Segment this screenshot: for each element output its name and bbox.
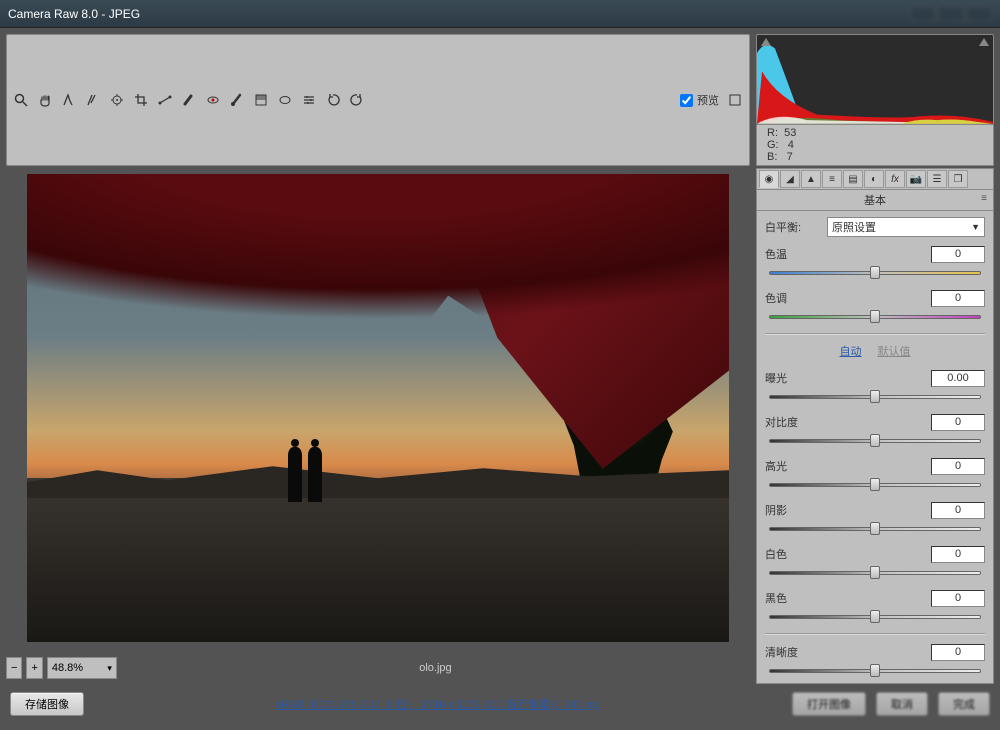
tab-basic[interactable]: ◉ [759, 170, 779, 188]
tab-lens[interactable]: ◐ [864, 170, 884, 188]
window-title: Camera Raw 8.0 - JPEG [8, 7, 140, 21]
zoom-value: 48.8% [52, 662, 83, 674]
preview-checkbox[interactable] [680, 94, 693, 107]
blacks-slider[interactable] [769, 611, 981, 621]
straighten-icon[interactable] [157, 92, 173, 108]
contrast-slider[interactable] [769, 435, 981, 445]
clarity-slider[interactable] [769, 665, 981, 675]
shadows-label: 阴影 [765, 502, 821, 518]
temp-slider[interactable] [769, 267, 981, 277]
filename-label: olo.jpg [121, 662, 750, 674]
blacks-value[interactable]: 0 [931, 590, 985, 607]
window-controls[interactable] [910, 6, 992, 22]
grad-filter-icon[interactable] [253, 92, 269, 108]
tint-slider[interactable] [769, 311, 981, 321]
panel-menu-icon[interactable]: ≡ [981, 193, 987, 204]
default-link[interactable]: 默认值 [878, 343, 911, 359]
zoom-icon[interactable] [13, 92, 29, 108]
exposure-value[interactable]: 0.00 [931, 370, 985, 387]
zoom-out-button[interactable]: − [6, 657, 22, 679]
wb-value: 原照设置 [832, 219, 876, 235]
tab-camera[interactable]: 📷 [906, 170, 926, 188]
open-button[interactable]: 打开图像 [792, 692, 866, 716]
whites-label: 白色 [765, 546, 821, 562]
prefs-icon[interactable] [301, 92, 317, 108]
temp-value[interactable]: 0 [931, 246, 985, 263]
contrast-label: 对比度 [765, 414, 821, 430]
highlights-value[interactable]: 0 [931, 458, 985, 475]
radial-filter-icon[interactable] [277, 92, 293, 108]
panel-basic: 白平衡: 原照设置 ▼ 色温 0 色调 0 [756, 211, 994, 684]
white-balance-icon[interactable] [61, 92, 77, 108]
zoom-select[interactable]: 48.8% ▾ [47, 657, 117, 679]
tint-label: 色调 [765, 290, 821, 306]
adjust-brush-icon[interactable] [229, 92, 245, 108]
clarity-label: 清晰度 [765, 644, 821, 660]
hand-icon[interactable] [37, 92, 53, 108]
contrast-value[interactable]: 0 [931, 414, 985, 431]
whites-value[interactable]: 0 [931, 546, 985, 563]
preview-toggle[interactable]: 预览 [680, 92, 719, 108]
blacks-label: 黑色 [765, 590, 821, 606]
image-preview[interactable] [6, 168, 750, 648]
shadows-slider[interactable] [769, 523, 981, 533]
clarity-value[interactable]: 0 [931, 644, 985, 661]
rotate-ccw-icon[interactable] [325, 92, 341, 108]
panel-tabs: ◉ ◢ ▲ ≡ ▤ ◐ fx 📷 ☰ ❐ [756, 168, 994, 190]
titlebar: Camera Raw 8.0 - JPEG [0, 0, 1000, 28]
rgb-readout: R: 53 G: 4 B: 7 [756, 125, 994, 166]
exposure-slider[interactable] [769, 391, 981, 401]
toolbar: 预览 [6, 34, 750, 166]
temp-label: 色温 [765, 246, 821, 262]
wb-select[interactable]: 原照设置 ▼ [827, 217, 985, 237]
color-sampler-icon[interactable] [85, 92, 101, 108]
fullscreen-icon[interactable] [727, 92, 743, 108]
target-adjust-icon[interactable] [109, 92, 125, 108]
auto-link[interactable]: 自动 [840, 343, 862, 359]
crop-icon[interactable] [133, 92, 149, 108]
red-eye-icon[interactable] [205, 92, 221, 108]
highlights-slider[interactable] [769, 479, 981, 489]
tab-snapshots[interactable]: ❐ [948, 170, 968, 188]
shadow-clip-icon[interactable] [761, 38, 771, 46]
tab-fx[interactable]: fx [885, 170, 905, 188]
chevron-down-icon: ▼ [971, 222, 980, 232]
spot-removal-icon[interactable] [181, 92, 197, 108]
preview-label: 预览 [697, 92, 719, 108]
highlights-label: 高光 [765, 458, 821, 474]
tab-curve[interactable]: ◢ [780, 170, 800, 188]
highlight-clip-icon[interactable] [979, 38, 989, 46]
save-image-button[interactable]: 存储图像 [10, 692, 84, 716]
exposure-label: 曝光 [765, 370, 821, 386]
tab-split[interactable]: ▤ [843, 170, 863, 188]
tab-presets[interactable]: ☰ [927, 170, 947, 188]
tab-hsl[interactable]: ≡ [822, 170, 842, 188]
done-button[interactable]: 完成 [938, 692, 990, 716]
tint-value[interactable]: 0 [931, 290, 985, 307]
rotate-cw-icon[interactable] [349, 92, 365, 108]
workflow-link[interactable]: sRGB IEC61966-2.1；8 位； 1716 x 1152 (2.0 … [84, 696, 792, 712]
histogram [756, 34, 994, 125]
wb-label: 白平衡: [765, 219, 821, 235]
whites-slider[interactable] [769, 567, 981, 577]
panel-title: 基本 ≡ [756, 190, 994, 211]
shadows-value[interactable]: 0 [931, 502, 985, 519]
cancel-button[interactable]: 取消 [876, 692, 928, 716]
zoom-in-button[interactable]: + [26, 657, 42, 679]
tab-detail[interactable]: ▲ [801, 170, 821, 188]
